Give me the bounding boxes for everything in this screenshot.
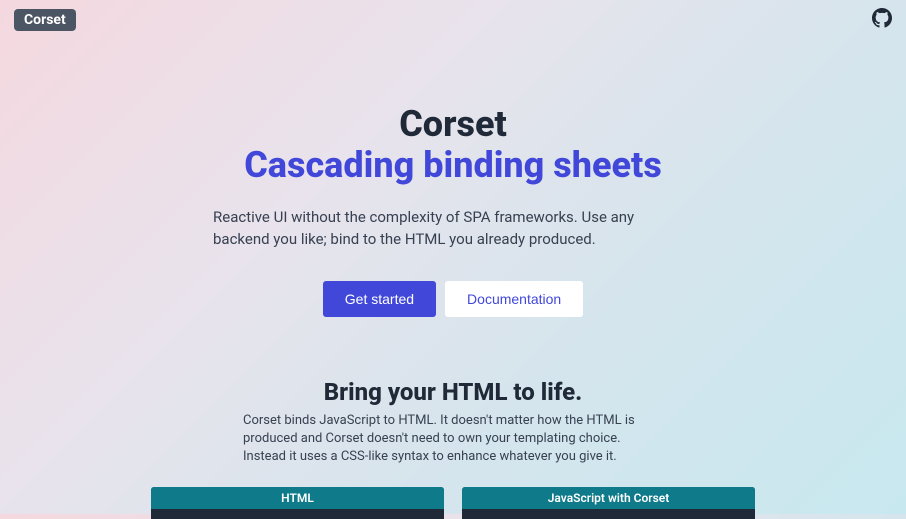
hero-description: Reactive UI without the complexity of SP… [213,206,693,251]
header: Corset [14,8,892,32]
content-section: Bring your HTML to life. Corset binds Ja… [0,378,906,519]
hero-buttons: Get started Documentation [0,281,906,317]
hero-title: Corset [0,105,906,145]
logo-badge[interactable]: Corset [14,9,76,31]
hero-section: Corset Cascading binding sheets Reactive… [0,105,906,317]
section-title: Bring your HTML to life. [0,378,906,406]
code-panel-html-header: HTML [151,487,444,509]
get-started-button[interactable]: Get started [323,281,436,317]
github-icon[interactable] [872,8,892,32]
hero-subtitle: Cascading binding sheets [0,145,906,186]
documentation-button[interactable]: Documentation [445,281,583,317]
code-panel-js-header: JavaScript with Corset [462,487,755,509]
section-description: Corset binds JavaScript to HTML. It does… [243,412,663,467]
